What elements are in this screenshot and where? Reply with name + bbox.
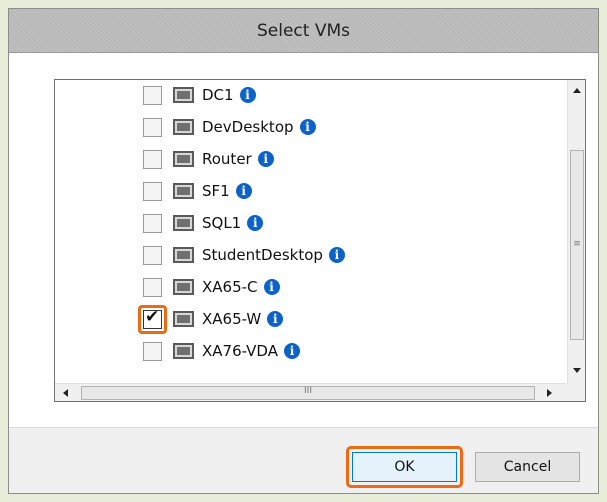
grip-icon: III xyxy=(304,386,312,396)
vm-list: DC1 i DevDesktop i Router i SF1 i SQL1 i Stud… xyxy=(54,79,586,402)
list-item-xa65-c[interactable]: XA65-C i xyxy=(55,271,555,303)
info-icon[interactable]: i xyxy=(328,247,345,263)
monitor-icon xyxy=(173,215,194,231)
monitor-icon xyxy=(173,151,194,167)
vm-checkbox[interactable] xyxy=(143,214,162,233)
vm-name: XA65-C xyxy=(202,278,258,296)
vm-name: DC1 xyxy=(202,86,234,104)
info-icon[interactable]: i xyxy=(257,151,274,167)
scroll-left-icon[interactable] xyxy=(63,389,68,397)
vm-checkbox[interactable] xyxy=(143,278,162,297)
monitor-icon xyxy=(173,119,194,135)
scrollbar-corner xyxy=(567,383,585,401)
ok-button[interactable]: OK xyxy=(352,452,457,482)
monitor-icon xyxy=(173,311,194,327)
info-icon[interactable]: i xyxy=(283,343,300,359)
list-item-router[interactable]: Router i xyxy=(55,143,555,175)
horizontal-scrollbar[interactable]: III xyxy=(55,383,567,401)
scroll-up-icon[interactable] xyxy=(573,88,581,93)
vm-checkbox[interactable] xyxy=(143,86,162,105)
grip-icon: ≡ xyxy=(573,239,581,249)
vm-checkbox[interactable] xyxy=(143,150,162,169)
list-item-xa65-w[interactable]: ✔ XA65-W i xyxy=(55,303,555,335)
select-vms-dialog: Select VMs DC1 i DevDesktop i Router i SF1 i… xyxy=(8,8,599,494)
vertical-scroll-thumb[interactable]: ≡ xyxy=(570,150,584,340)
monitor-icon xyxy=(173,279,194,295)
vm-checkbox[interactable] xyxy=(143,182,162,201)
info-icon[interactable]: i xyxy=(239,87,256,103)
vm-checkbox[interactable] xyxy=(143,246,162,265)
vm-checkbox-checked[interactable]: ✔ xyxy=(143,307,162,329)
list-item-sf1[interactable]: SF1 i xyxy=(55,175,555,207)
vm-name: SF1 xyxy=(202,182,230,200)
info-icon[interactable]: i xyxy=(299,119,316,135)
vm-name: SQL1 xyxy=(202,214,242,232)
info-icon[interactable]: i xyxy=(247,215,264,231)
dialog-title: Select VMs xyxy=(256,21,350,41)
vm-checkbox[interactable] xyxy=(143,118,162,137)
vm-name: XA65-W xyxy=(202,310,262,328)
dialog-footer: OK Cancel xyxy=(9,427,598,493)
info-icon[interactable]: i xyxy=(235,183,252,199)
horizontal-scroll-thumb[interactable]: III xyxy=(81,386,535,400)
info-icon[interactable]: i xyxy=(267,311,284,327)
scroll-right-icon[interactable] xyxy=(547,389,552,397)
monitor-icon xyxy=(173,183,194,199)
vm-name: Router xyxy=(202,150,252,168)
cancel-button[interactable]: Cancel xyxy=(475,452,580,482)
dialog-titlebar: Select VMs xyxy=(9,9,598,53)
vm-checkbox[interactable] xyxy=(143,342,162,361)
list-item-devdesktop[interactable]: DevDesktop i xyxy=(55,111,555,143)
vm-name: DevDesktop xyxy=(202,118,294,136)
list-item-dc1[interactable]: DC1 i xyxy=(55,80,555,111)
info-icon[interactable]: i xyxy=(263,279,280,295)
vm-name: XA76-VDA xyxy=(202,342,278,360)
list-item-xa76-vda[interactable]: XA76-VDA i xyxy=(55,335,555,367)
monitor-icon xyxy=(173,343,194,359)
vertical-scrollbar[interactable]: ≡ xyxy=(567,80,585,383)
monitor-icon xyxy=(173,87,194,103)
list-item-sql1[interactable]: SQL1 i xyxy=(55,207,555,239)
monitor-icon xyxy=(173,247,194,263)
scroll-down-icon[interactable] xyxy=(573,368,581,373)
checkmark-icon: ✔ xyxy=(145,307,160,327)
vm-name: StudentDesktop xyxy=(202,246,323,264)
list-item-studentdesktop[interactable]: StudentDesktop i xyxy=(55,239,555,271)
